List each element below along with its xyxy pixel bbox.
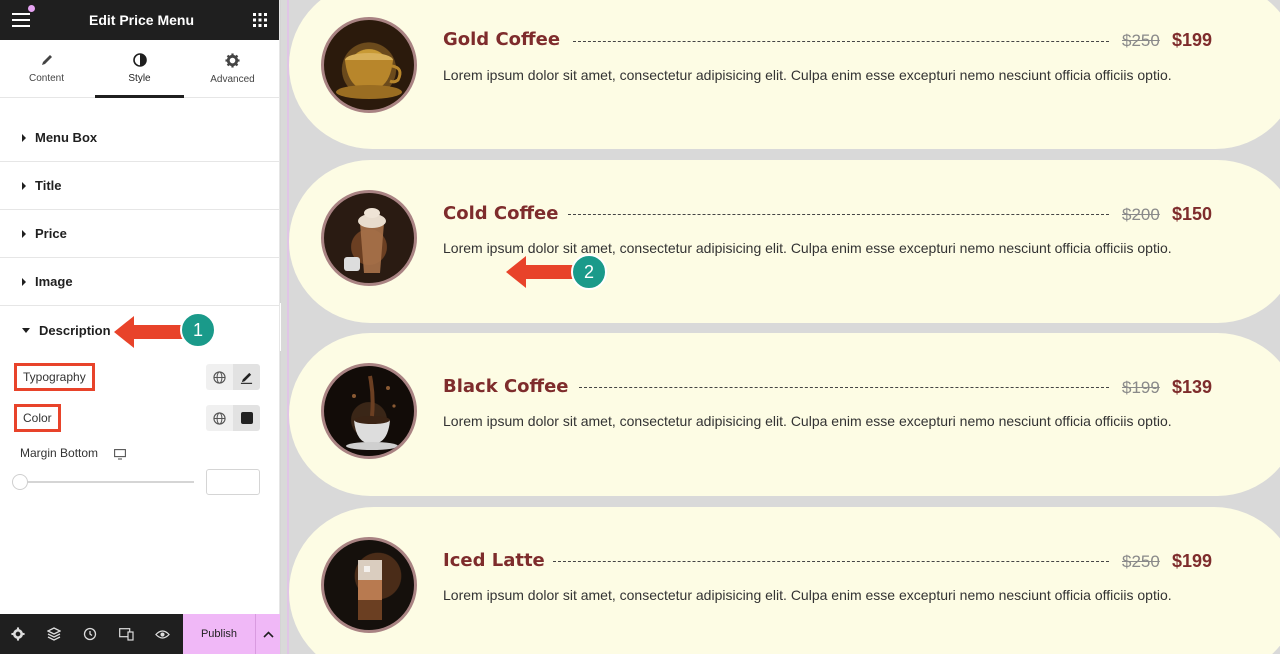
panel-title: Edit Price Menu: [88, 12, 195, 28]
panel-footer: Publish: [0, 614, 280, 654]
section-title[interactable]: Title: [0, 162, 279, 210]
menu-item-old-price: $200: [1122, 205, 1160, 224]
edit-pencil-icon[interactable]: [233, 364, 260, 390]
publish-button[interactable]: Publish: [183, 614, 255, 654]
tab-style[interactable]: Style: [93, 40, 186, 98]
menu-item-price: $150: [1172, 204, 1213, 224]
settings-icon[interactable]: [0, 614, 36, 654]
preview-eye-icon[interactable]: [144, 614, 180, 654]
annotation-badge-2: 2: [571, 254, 607, 290]
widgets-grid-icon[interactable]: [253, 13, 267, 27]
menu-item-old-price: $250: [1122, 552, 1160, 571]
global-icon[interactable]: [206, 364, 233, 390]
tab-advanced[interactable]: Advanced: [186, 40, 279, 97]
menu-item-price: $199: [1172, 551, 1213, 571]
responsive-icon[interactable]: [108, 614, 144, 654]
color-control: Color: [0, 403, 280, 433]
margin-bottom-slider-track[interactable]: [20, 481, 194, 483]
section-label: Menu Box: [35, 130, 98, 145]
caret-right-icon: [22, 277, 26, 286]
typography-control: Typography: [0, 362, 280, 392]
menu-item-price: $199: [1172, 30, 1213, 50]
section-price[interactable]: Price: [0, 210, 279, 258]
desktop-icon[interactable]: [114, 447, 126, 465]
history-icon[interactable]: [72, 614, 108, 654]
margin-bottom-label: Margin Bottom: [20, 446, 99, 460]
menu-item-title: Black Coffee: [443, 376, 569, 397]
margin-bottom-control: Margin Bottom: [0, 438, 280, 468]
contrast-icon: [132, 53, 147, 67]
menu-item-card: Gold Coffee $250 $199 Lorem ipsum dolor …: [289, 0, 1280, 149]
annotation-arrow-left-icon: [114, 316, 186, 348]
menu-item-title: Iced Latte: [443, 550, 545, 571]
section-label: Price: [35, 226, 67, 241]
black-coffee-image: [321, 363, 417, 459]
menu-item-card: Black Coffee $199 $139 Lorem ipsum dolor…: [289, 333, 1280, 496]
caret-right-icon: [22, 133, 26, 142]
margin-bottom-slider-handle[interactable]: [12, 474, 28, 490]
panel-tabs: Content Style Advanced: [0, 40, 279, 98]
hamburger-menu-icon[interactable]: [12, 13, 30, 27]
layers-icon[interactable]: [36, 614, 72, 654]
section-label: Title: [35, 178, 62, 193]
cold-coffee-image: [321, 190, 417, 286]
color-buttons: [206, 405, 260, 431]
gear-icon: [225, 52, 240, 68]
menu-item-description: Lorem ipsum dolor sit amet, consectetur …: [443, 67, 1172, 83]
menu-item-card: Iced Latte $250 $199 Lorem ipsum dolor s…: [289, 507, 1280, 654]
section-label: Description: [39, 322, 111, 338]
section-menu-box[interactable]: Menu Box: [0, 114, 279, 162]
annotation-badge-1: 1: [180, 312, 216, 348]
menu-item-card: Cold Coffee $200 $150 Lorem ipsum dolor …: [289, 160, 1280, 323]
caret-down-icon: [22, 327, 30, 333]
menu-item-old-price: $250: [1122, 31, 1160, 50]
annotation-arrow-left-icon: [506, 256, 578, 288]
tab-label: Content: [28, 73, 65, 84]
margin-bottom-input[interactable]: [206, 469, 260, 495]
tab-label: Advanced: [210, 73, 255, 85]
pencil-icon: [40, 53, 54, 67]
page-preview: Gold Coffee $250 $199 Lorem ipsum dolor …: [281, 0, 1280, 654]
iced-latte-image: [321, 537, 417, 633]
color-label: Color: [14, 404, 61, 432]
price-leader-line: [568, 214, 1109, 215]
panel-header: Edit Price Menu: [0, 0, 279, 40]
menu-item-title: Gold Coffee: [443, 29, 561, 50]
color-swatch: [240, 412, 253, 424]
chevron-up-icon: [262, 625, 274, 643]
menu-item-title: Cold Coffee: [443, 203, 559, 224]
menu-item-description: Lorem ipsum dolor sit amet, consectetur …: [443, 587, 1172, 603]
tab-label: Style: [128, 73, 151, 84]
typography-buttons: [206, 364, 260, 390]
menu-item-price: $139: [1172, 377, 1213, 397]
caret-right-icon: [22, 229, 26, 238]
section-image[interactable]: Image: [0, 258, 279, 306]
price-leader-line: [579, 387, 1109, 388]
section-guide-line: [287, 0, 289, 654]
caret-right-icon: [22, 181, 26, 190]
menu-item-old-price: $199: [1122, 378, 1160, 397]
menu-item-description: Lorem ipsum dolor sit amet, consectetur …: [443, 413, 1172, 429]
global-icon[interactable]: [206, 405, 233, 431]
price-leader-line: [553, 561, 1109, 562]
publish-options-button[interactable]: [255, 614, 280, 654]
color-swatch-button[interactable]: [233, 405, 260, 431]
price-leader-line: [573, 41, 1109, 42]
gold-coffee-image: [321, 17, 417, 113]
notification-dot: [28, 5, 35, 12]
typography-label: Typography: [14, 363, 95, 391]
tab-content[interactable]: Content: [0, 40, 93, 97]
section-label: Image: [35, 274, 73, 289]
